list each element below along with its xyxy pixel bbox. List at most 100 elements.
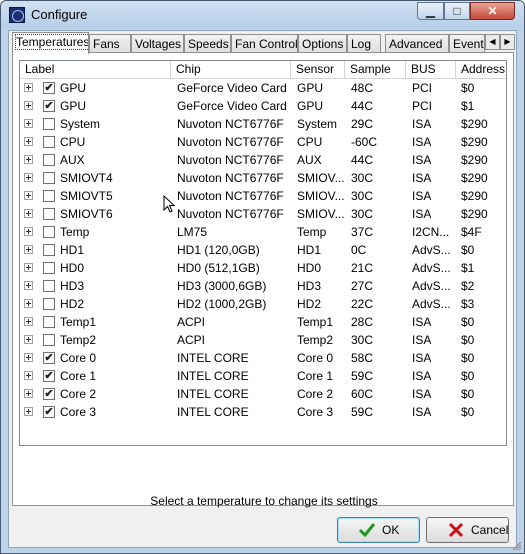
sensor-checkbox[interactable] bbox=[43, 244, 55, 256]
sensor-checkbox[interactable] bbox=[43, 172, 55, 184]
table-row[interactable]: ✔ GPU GeForce Video Card GPU 44C PCI $1 bbox=[20, 97, 506, 115]
table-row[interactable]: AUX Nuvoton NCT6776F AUX 44C ISA $290 bbox=[20, 151, 506, 169]
cell-address: $0 bbox=[461, 369, 475, 383]
table-row[interactable]: ✔ GPU GeForce Video Card GPU 48C PCI $0 bbox=[20, 79, 506, 97]
table-row[interactable]: SMIOVT6 Nuvoton NCT6776F SMIOV... 30C ISA $29… bbox=[20, 205, 506, 223]
expand-plus-icon[interactable] bbox=[24, 119, 33, 128]
sensor-checkbox[interactable] bbox=[43, 118, 55, 130]
sensor-checkbox[interactable] bbox=[43, 298, 55, 310]
tab-events[interactable]: Events bbox=[449, 34, 485, 53]
table-row[interactable]: SMIOVT4 Nuvoton NCT6776F SMIOV... 30C ISA $29… bbox=[20, 169, 506, 187]
expand-plus-icon[interactable] bbox=[24, 353, 33, 362]
expand-plus-icon[interactable] bbox=[24, 407, 33, 416]
sensor-checkbox[interactable]: ✔ bbox=[43, 406, 55, 418]
sensor-checkbox[interactable] bbox=[43, 226, 55, 238]
cell-label: Core 3 bbox=[60, 405, 97, 419]
sensor-checkbox[interactable] bbox=[43, 262, 55, 274]
table-row[interactable]: SMIOVT5 Nuvoton NCT6776F SMIOV... 30C ISA $29… bbox=[20, 187, 506, 205]
expand-plus-icon[interactable] bbox=[24, 245, 33, 254]
sensor-checkbox[interactable]: ✔ bbox=[43, 82, 55, 94]
expand-plus-icon[interactable] bbox=[24, 209, 33, 218]
expand-plus-icon[interactable] bbox=[24, 263, 33, 272]
cell-bus: PCI bbox=[412, 81, 433, 95]
tab-log[interactable]: Log bbox=[347, 34, 381, 53]
cell-label: Temp1 bbox=[60, 315, 97, 329]
resize-grip-icon[interactable] bbox=[512, 541, 522, 551]
title-bar[interactable]: Configure ▁ □ ✕ bbox=[1, 1, 524, 28]
ok-button[interactable]: OK bbox=[337, 517, 420, 543]
expand-plus-icon[interactable] bbox=[24, 137, 33, 146]
column-header-sample[interactable]: Sample bbox=[345, 61, 406, 78]
cell-chip: INTEL CORE bbox=[177, 369, 249, 383]
tab-options[interactable]: Options bbox=[298, 34, 347, 53]
expand-plus-icon[interactable] bbox=[24, 281, 33, 290]
expand-plus-icon[interactable] bbox=[24, 299, 33, 308]
expand-plus-icon[interactable] bbox=[24, 389, 33, 398]
expand-plus-icon[interactable] bbox=[24, 173, 33, 182]
tab-speeds[interactable]: Speeds bbox=[184, 34, 231, 53]
sensor-checkbox[interactable] bbox=[43, 136, 55, 148]
sensor-checkbox[interactable]: ✔ bbox=[43, 370, 55, 382]
expand-plus-icon[interactable] bbox=[24, 371, 33, 380]
sensor-checkbox[interactable] bbox=[43, 208, 55, 220]
table-row[interactable]: HD2 HD2 (1000,2GB) HD2 22C AdvS... $3 bbox=[20, 295, 506, 313]
expand-plus-icon[interactable] bbox=[24, 317, 33, 326]
table-row[interactable]: ✔ Core 1 INTEL CORE Core 1 59C ISA $0 bbox=[20, 367, 506, 385]
cell-sample: 29C bbox=[351, 117, 374, 131]
table-row[interactable]: System Nuvoton NCT6776F System 29C ISA $290 bbox=[20, 115, 506, 133]
expand-plus-icon[interactable] bbox=[24, 83, 33, 92]
tab-scroll-right-icon[interactable]: ▶ bbox=[500, 34, 515, 50]
tab-voltages[interactable]: Voltages bbox=[131, 34, 184, 53]
table-row[interactable]: ✔ Core 3 INTEL CORE Core 3 59C ISA $0 bbox=[20, 403, 506, 421]
sensor-checkbox[interactable] bbox=[43, 334, 55, 346]
cell-address: $290 bbox=[461, 189, 488, 203]
expand-plus-icon[interactable] bbox=[24, 335, 33, 344]
sensor-checkbox[interactable] bbox=[43, 280, 55, 292]
cell-sample: 37C bbox=[351, 225, 374, 239]
expand-plus-icon[interactable] bbox=[24, 101, 33, 110]
tab-fan-control[interactable]: Fan Control bbox=[231, 34, 298, 53]
table-row[interactable]: ✔ Core 0 INTEL CORE Core 0 58C ISA $0 bbox=[20, 349, 506, 367]
expand-plus-icon[interactable] bbox=[24, 227, 33, 236]
column-header-chip[interactable]: Chip bbox=[171, 61, 291, 78]
cell-sample: 21C bbox=[351, 261, 374, 275]
table-row[interactable]: HD1 HD1 (120,0GB) HD1 0C AdvS... $0 bbox=[20, 241, 506, 259]
sensor-checkbox[interactable] bbox=[43, 154, 55, 166]
close-button[interactable]: ✕ bbox=[470, 2, 515, 20]
sensor-checkbox[interactable]: ✔ bbox=[43, 388, 55, 400]
table-row[interactable]: HD0 HD0 (512,1GB) HD0 21C AdvS... $1 bbox=[20, 259, 506, 277]
tab-scroll-left-icon[interactable]: ◀ bbox=[485, 34, 500, 50]
app-icon[interactable] bbox=[9, 7, 25, 23]
tab-fans[interactable]: Fans bbox=[89, 34, 131, 53]
sensor-checkbox[interactable] bbox=[43, 316, 55, 328]
cell-chip: LM75 bbox=[177, 225, 208, 239]
table-row[interactable]: Temp1 ACPI Temp1 28C ISA $0 bbox=[20, 313, 506, 331]
sensor-checkbox[interactable]: ✔ bbox=[43, 100, 55, 112]
table-row[interactable]: Temp2 ACPI Temp2 30C ISA $0 bbox=[20, 331, 506, 349]
table-row[interactable]: CPU Nuvoton NCT6776F CPU -60C ISA $290 bbox=[20, 133, 506, 151]
column-header-label[interactable]: Label bbox=[20, 61, 171, 78]
tab-advanced[interactable]: Advanced bbox=[385, 34, 449, 53]
sensor-checkbox[interactable]: ✔ bbox=[43, 352, 55, 364]
cell-bus: ISA bbox=[412, 171, 432, 185]
cell-sample: 28C bbox=[351, 315, 374, 329]
cell-sample: 0C bbox=[351, 243, 367, 257]
tab-temperatures[interactable]: Temperatures bbox=[12, 32, 89, 54]
cell-sensor: HD0 bbox=[297, 261, 322, 275]
column-header-bus[interactable]: BUS bbox=[406, 61, 456, 78]
cell-label: CPU bbox=[60, 135, 86, 149]
expand-plus-icon[interactable] bbox=[24, 155, 33, 164]
maximize-button[interactable]: □ bbox=[444, 2, 470, 20]
column-header-sensor[interactable]: Sensor bbox=[291, 61, 345, 78]
column-header-address[interactable]: Address bbox=[456, 61, 506, 78]
checkmark-icon bbox=[358, 523, 376, 538]
minimize-button[interactable]: ▁ bbox=[417, 2, 444, 20]
expand-plus-icon[interactable] bbox=[24, 191, 33, 200]
table-row[interactable]: Temp LM75 Temp 37C I2CN... $4F bbox=[20, 223, 506, 241]
sensor-checkbox[interactable] bbox=[43, 190, 55, 202]
cell-bus: ISA bbox=[412, 135, 432, 149]
sensor-list[interactable]: Label Chip Sensor Sample BUS Address ✔ GP… bbox=[19, 60, 507, 446]
cancel-button[interactable]: Cancel bbox=[426, 517, 509, 543]
table-row[interactable]: HD3 HD3 (3000,6GB) HD3 27C AdvS... $2 bbox=[20, 277, 506, 295]
table-row[interactable]: ✔ Core 2 INTEL CORE Core 2 60C ISA $0 bbox=[20, 385, 506, 403]
